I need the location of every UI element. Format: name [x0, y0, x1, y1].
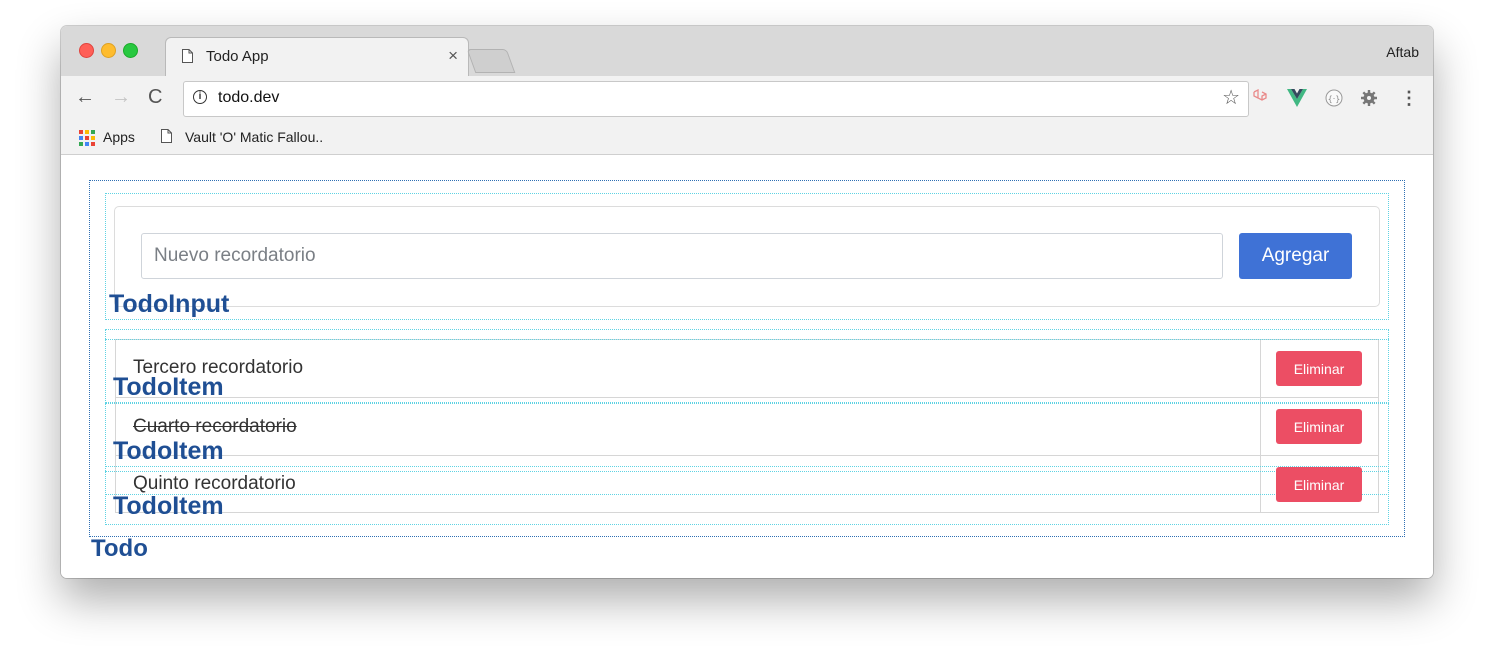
todo-list — [115, 339, 1379, 513]
apps-grid-icon — [79, 130, 95, 146]
delete-button[interactable]: Eliminar — [1276, 409, 1362, 444]
tab-title: Todo App — [206, 48, 269, 65]
svg-text:{·}: {·} — [1328, 95, 1341, 104]
delete-button[interactable]: Eliminar — [1276, 351, 1362, 386]
bookmark-apps-label: Apps — [103, 129, 135, 145]
row-divider — [116, 455, 1378, 456]
add-button[interactable]: Agregar — [1239, 233, 1352, 279]
delete-button[interactable]: Eliminar — [1276, 467, 1362, 502]
forward-icon[interactable]: → — [111, 86, 131, 109]
bookmarks-bar: Apps Vault 'O' Matic Fallou.. — [61, 122, 1433, 155]
bookmark-vault[interactable]: Vault 'O' Matic Fallou.. — [161, 129, 323, 145]
bookmark-star-icon[interactable]: ☆ — [1222, 85, 1240, 110]
page-content: Agregar TodoInput Tercero recordatorio E… — [61, 155, 1433, 578]
todo-item-label: TodoItem — [113, 437, 224, 465]
document-icon — [161, 129, 172, 143]
settings-gear-icon[interactable] — [1359, 89, 1379, 109]
close-window-button[interactable] — [79, 43, 94, 58]
column-divider — [1260, 340, 1261, 512]
bookmark-vault-label: Vault 'O' Matic Fallou.. — [185, 129, 324, 145]
vue-devtools-icon[interactable] — [1287, 89, 1307, 109]
todo-component-label: Todo — [91, 535, 148, 562]
todo-item-label: TodoItem — [113, 492, 224, 520]
new-todo-input[interactable] — [141, 233, 1223, 279]
row-divider — [116, 397, 1378, 398]
tab-close-icon[interactable]: × — [448, 46, 458, 66]
document-icon — [182, 49, 193, 63]
maximize-window-button[interactable] — [123, 43, 138, 58]
back-icon[interactable]: ← — [75, 86, 95, 109]
info-icon[interactable]: i — [193, 90, 207, 104]
bookmark-apps[interactable]: Apps — [79, 129, 135, 146]
browser-menu-icon[interactable]: ⋮ — [1399, 89, 1419, 109]
reload-icon[interactable]: C — [148, 86, 162, 109]
profile-name[interactable]: Aftab — [1386, 44, 1419, 60]
url-text[interactable]: todo.dev — [218, 89, 279, 107]
todo-input-label: TodoInput — [109, 290, 230, 318]
todo-item-text[interactable]: Cuarto recordatorio — [133, 416, 297, 438]
json-viewer-icon[interactable]: {·} — [1324, 89, 1344, 109]
browser-window: Todo App × Aftab ← → C i todo.dev ☆ {·} … — [61, 26, 1433, 578]
browser-toolbar: ← → C i todo.dev ☆ {·} ⋮ — [61, 76, 1433, 122]
address-bar[interactable]: i todo.dev ☆ — [183, 81, 1249, 117]
todo-item-label: TodoItem — [113, 373, 224, 401]
tab-strip: Todo App × Aftab — [61, 26, 1433, 77]
new-tab-button[interactable] — [466, 49, 516, 73]
minimize-window-button[interactable] — [101, 43, 116, 58]
tab-todo-app[interactable]: Todo App × — [165, 37, 469, 77]
laravel-icon[interactable] — [1250, 88, 1270, 109]
